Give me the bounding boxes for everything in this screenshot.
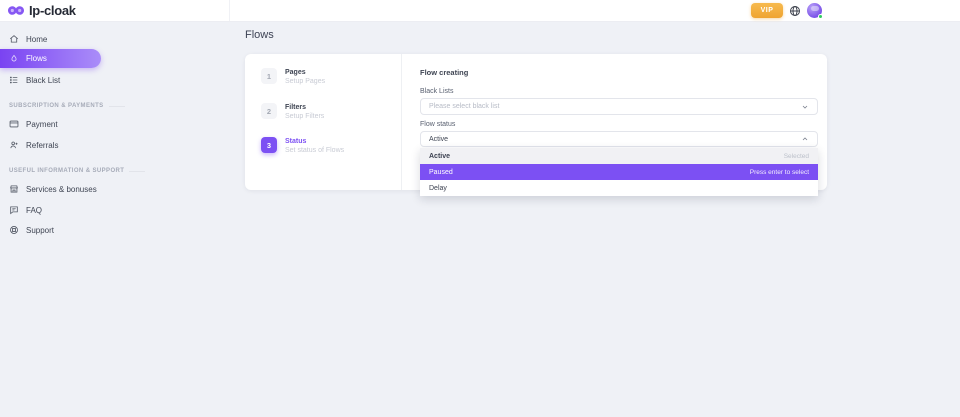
sidebar-item-label: Services & bonuses — [26, 185, 97, 194]
flow-status-label: Flow status — [420, 121, 818, 128]
step-subtitle: Set status of Flows — [285, 147, 344, 154]
option-label: Paused — [429, 169, 453, 176]
life-ring-icon — [9, 225, 19, 235]
black-lists-placeholder: Please select black list — [429, 103, 499, 110]
mask-logo-icon — [8, 6, 24, 15]
chevron-down-icon — [801, 103, 809, 111]
sidebar-item-flows[interactable]: Flows — [0, 49, 101, 68]
sidebar-item-services-bonuses[interactable]: Services & bonuses — [0, 179, 230, 199]
sidebar-section-subscription: SUBSCRIPTION & PAYMENTS — [9, 100, 230, 112]
option-label: Delay — [429, 185, 447, 192]
sidebar-item-label: Flows — [26, 54, 47, 63]
chevron-up-icon — [801, 135, 809, 143]
step-subtitle: Setup Filters — [285, 113, 324, 120]
step-number: 2 — [261, 103, 277, 119]
sidebar-item-support[interactable]: Support — [0, 220, 230, 240]
page-title: Flows — [245, 29, 274, 41]
globe-icon[interactable] — [789, 5, 801, 17]
black-lists-select[interactable]: Please select black list — [420, 98, 818, 115]
chat-bubble-icon — [9, 205, 19, 215]
brand-name: Ip-cloak — [29, 3, 76, 18]
logo[interactable]: Ip-cloak — [0, 0, 230, 21]
sidebar-item-label: Support — [26, 226, 54, 235]
step-number: 1 — [261, 68, 277, 84]
credit-card-icon — [9, 119, 19, 129]
sidebar: Home Flows Black List SUBSCRIPTION & PAY… — [0, 22, 230, 240]
sidebar-item-label: FAQ — [26, 206, 42, 215]
step-title: Filters — [285, 104, 324, 111]
black-lists-label: Black Lists — [420, 88, 818, 95]
list-icon — [9, 75, 19, 85]
user-avatar[interactable] — [807, 3, 822, 18]
step-text: Status Set status of Flows — [285, 137, 344, 154]
online-status-dot — [818, 14, 823, 19]
flows-icon — [9, 54, 19, 64]
step-text: Filters Setup Filters — [285, 103, 324, 120]
sidebar-item-payment[interactable]: Payment — [0, 114, 230, 134]
header-actions: VIP — [230, 0, 960, 21]
flow-creating-form: Flow creating Black Lists Please select … — [420, 54, 818, 147]
wizard-steps: 1 Pages Setup Pages 2 Filters Setup Filt… — [245, 54, 402, 190]
sidebar-item-referrals[interactable]: Referrals — [0, 135, 230, 155]
flow-status-select[interactable]: Active — [420, 131, 818, 147]
sidebar-item-label: Black List — [26, 76, 60, 85]
top-header: Ip-cloak VIP — [0, 0, 960, 22]
step-title: Status — [285, 138, 344, 145]
wizard-step-pages[interactable]: 1 Pages Setup Pages — [261, 68, 393, 85]
person-add-icon — [9, 140, 19, 150]
option-hint: Selected — [784, 153, 809, 160]
dropdown-option-delay[interactable]: Delay — [420, 180, 818, 196]
flow-status-dropdown: Active Selected Paused Press enter to se… — [420, 148, 818, 196]
wizard-step-filters[interactable]: 2 Filters Setup Filters — [261, 103, 393, 120]
option-hint: Press enter to select — [750, 169, 809, 176]
option-label: Active — [429, 153, 450, 160]
step-subtitle: Setup Pages — [285, 78, 325, 85]
home-icon — [9, 34, 19, 44]
sidebar-item-faq[interactable]: FAQ — [0, 200, 230, 220]
sidebar-item-label: Payment — [26, 120, 58, 129]
sidebar-item-label: Referrals — [26, 141, 58, 150]
flow-creating-card: 1 Pages Setup Pages 2 Filters Setup Filt… — [245, 54, 827, 190]
form-title: Flow creating — [420, 68, 818, 77]
section-divider — [109, 106, 125, 107]
wizard-step-status[interactable]: 3 Status Set status of Flows — [261, 137, 393, 154]
storefront-icon — [9, 184, 19, 194]
flow-status-select-wrap: Active Active Selected Paused Press ente… — [420, 131, 818, 147]
step-title: Pages — [285, 69, 325, 76]
flow-status-value: Active — [429, 136, 448, 143]
sidebar-item-label: Home — [26, 35, 47, 44]
sidebar-section-support: USEFUL INFORMATION & SUPPORT — [9, 165, 230, 177]
section-label-text: USEFUL INFORMATION & SUPPORT — [9, 168, 124, 174]
step-number: 3 — [261, 137, 277, 153]
step-text: Pages Setup Pages — [285, 68, 325, 85]
sidebar-item-home[interactable]: Home — [0, 29, 230, 49]
sidebar-item-black-list[interactable]: Black List — [0, 70, 230, 90]
dropdown-option-paused[interactable]: Paused Press enter to select — [420, 164, 818, 180]
vip-button[interactable]: VIP — [751, 3, 783, 18]
section-label-text: SUBSCRIPTION & PAYMENTS — [9, 103, 104, 109]
dropdown-option-active[interactable]: Active Selected — [420, 148, 818, 164]
section-divider — [129, 171, 145, 172]
